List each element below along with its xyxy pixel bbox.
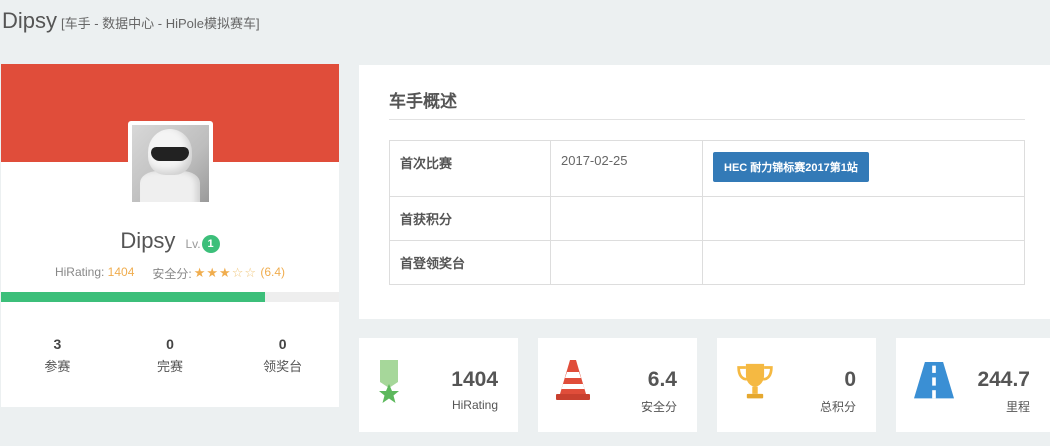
hirating-label: HiRating: [54, 265, 105, 279]
stat-value: 0 [166, 336, 174, 352]
race-link-button[interactable]: HEC 耐力锦标赛2017第1站 [713, 152, 869, 182]
star-filled-icon: ★★★ [193, 265, 232, 280]
profile-name-row: Dipsy Lv. 1 [1, 228, 339, 254]
page-title: Dipsy [2, 8, 58, 33]
level-progress-fill [1, 292, 265, 302]
row-event [702, 240, 1025, 285]
safety-card: 6.4 安全分 [538, 338, 697, 432]
row-date [550, 196, 703, 241]
stat-label: 完赛 [157, 359, 184, 374]
card-value: 1404 [451, 368, 498, 391]
card-label: 里程 [1005, 400, 1030, 414]
card-label: 总积分 [819, 400, 856, 414]
driver-name: Dipsy [120, 228, 176, 253]
ribbon-star-icon [379, 360, 399, 403]
profile-stats: 3 参赛 0 完赛 0 领奖台 [1, 336, 339, 375]
mileage-card: 244.7 里程 [896, 338, 1050, 432]
hirating-card: 1404 HiRating [359, 338, 518, 432]
stat-label: 参赛 [44, 359, 71, 374]
safety-value: (6.4) [260, 265, 286, 279]
rating-row: HiRating: 1404 安全分: ★★★☆☆ (6.4) [1, 265, 339, 282]
points-card: 0 总积分 [717, 338, 876, 432]
level-label: Lv. [185, 237, 201, 251]
level-progress-bar [1, 292, 339, 302]
level-badge: 1 [201, 235, 220, 253]
page-subtitle: [车手 - 数据中心 - HiPole模拟赛车] [61, 16, 260, 31]
road-icon [914, 362, 954, 399]
avatar-image [132, 125, 209, 202]
row-date: 2017-02-25 [550, 140, 703, 197]
stat-finishes: 0 完赛 [114, 336, 227, 375]
stat-value: 0 [278, 336, 287, 352]
safety-stars: ★★★☆☆ [194, 265, 257, 282]
star-empty-icon: ☆☆ [231, 265, 257, 280]
overview-title: 车手概述 [389, 92, 457, 111]
card-label: HiRating [451, 398, 498, 412]
table-row: 首获积分 [389, 196, 1025, 241]
stat-value: 3 [53, 336, 62, 352]
row-label: 首次比赛 [389, 140, 551, 197]
profile-card: Dipsy Lv. 1 HiRating: 1404 安全分: ★★★☆☆ (6… [1, 64, 339, 407]
card-value: 0 [844, 368, 856, 391]
page-header: Dipsy [车手 - 数据中心 - HiPole模拟赛车] [2, 8, 260, 38]
stat-podiums: 0 领奖台 [226, 336, 339, 375]
driver-overview-panel: 车手概述 首次比赛 2017-02-25 HEC 耐力锦标赛2017第1站 首获… [359, 65, 1050, 319]
row-event: HEC 耐力锦标赛2017第1站 [702, 140, 1025, 197]
card-value: 244.7 [977, 368, 1030, 391]
row-label: 首获积分 [389, 196, 551, 241]
trophy-icon [737, 363, 773, 399]
row-date [550, 240, 703, 285]
row-label: 首登领奖台 [389, 240, 551, 285]
avatar[interactable] [128, 121, 213, 206]
table-row: 首次比赛 2017-02-25 HEC 耐力锦标赛2017第1站 [389, 140, 1025, 197]
stat-races: 3 参赛 [1, 336, 114, 375]
overview-table: 首次比赛 2017-02-25 HEC 耐力锦标赛2017第1站 首获积分 首登… [389, 140, 1025, 285]
safety-label: 安全分: [152, 267, 192, 281]
traffic-cone-icon [556, 360, 590, 400]
stat-label: 领奖台 [263, 359, 303, 374]
divider [389, 119, 1025, 120]
table-row: 首登领奖台 [389, 240, 1025, 285]
card-value: 6.4 [647, 368, 677, 391]
hirating-value: 1404 [107, 265, 135, 279]
row-event [702, 196, 1025, 241]
card-label: 安全分 [640, 400, 677, 414]
